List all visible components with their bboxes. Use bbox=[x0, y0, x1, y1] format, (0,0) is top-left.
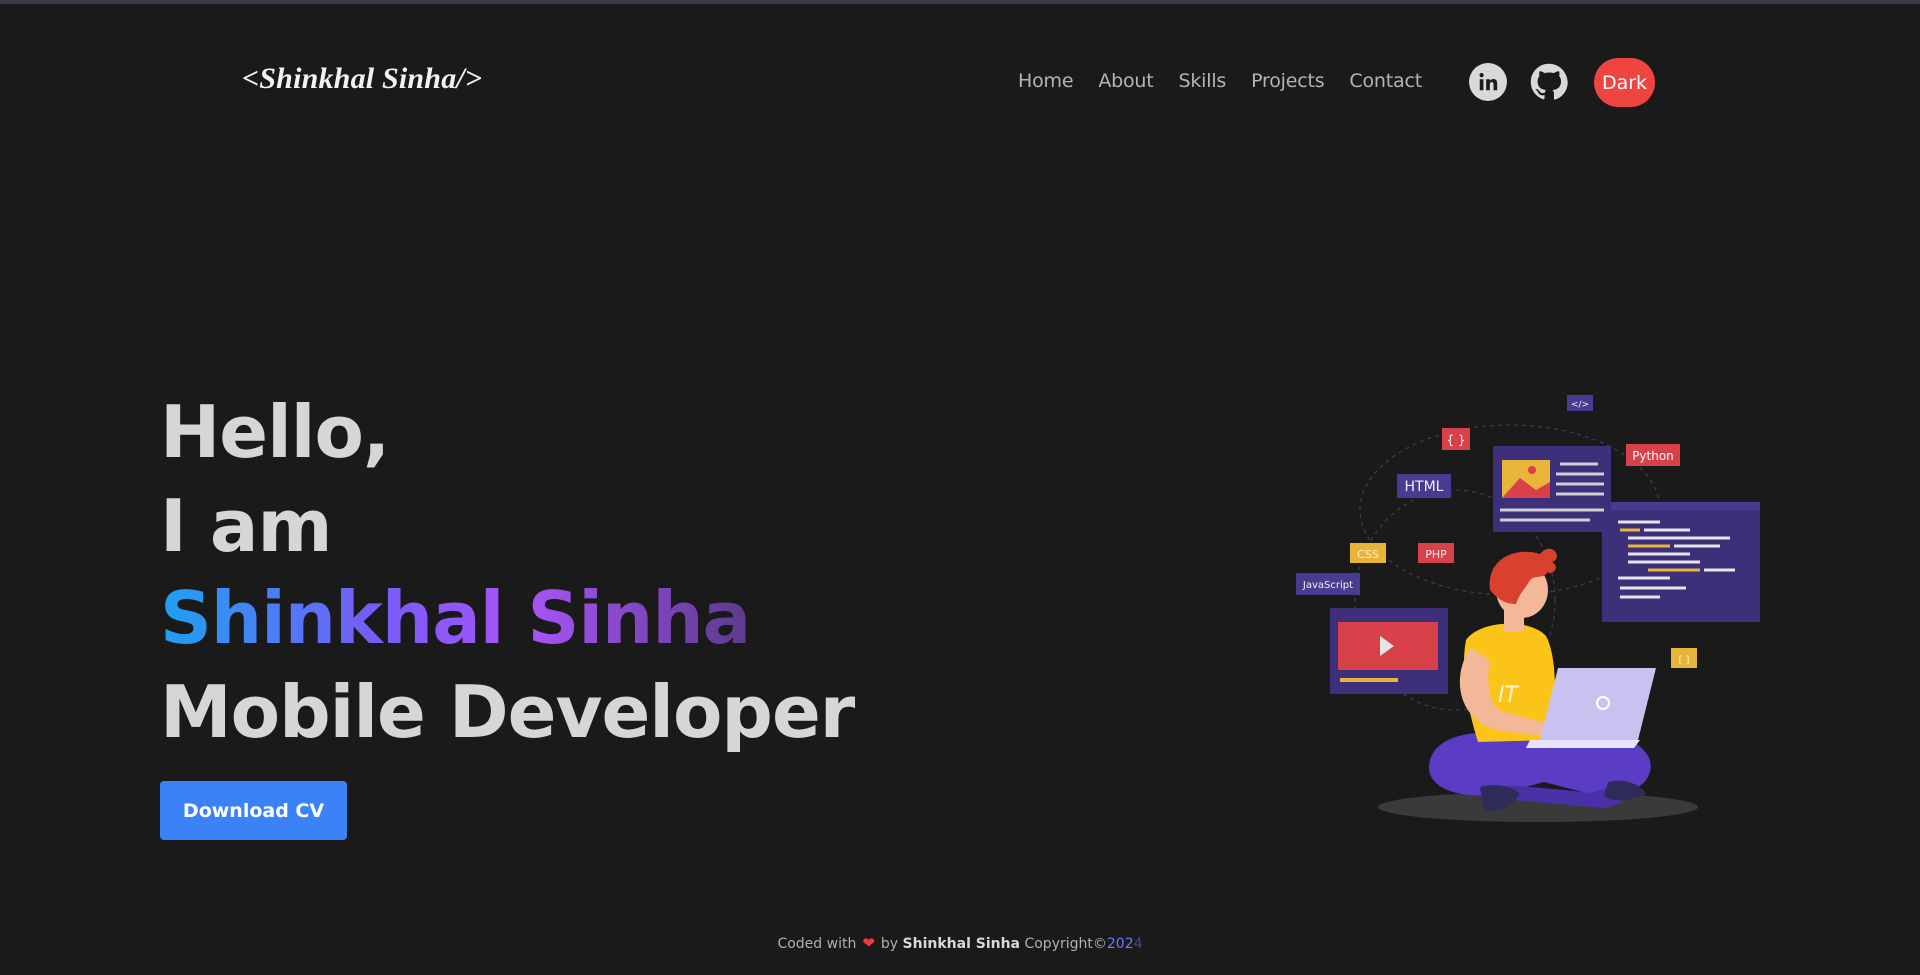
hero-intro: I am bbox=[160, 484, 332, 568]
footer-by: by bbox=[880, 936, 899, 952]
footer-year-part2: 4 bbox=[1133, 936, 1143, 952]
hero-greeting: Hello, bbox=[160, 390, 390, 474]
tag-javascript: JavaScript bbox=[1302, 580, 1353, 591]
footer-author: Shinkhal Sinha bbox=[902, 936, 1021, 952]
tag-html: HTML bbox=[1405, 479, 1444, 495]
nav-skills-link[interactable]: Skills bbox=[1179, 70, 1227, 92]
linkedin-icon[interactable] bbox=[1469, 63, 1507, 101]
footer-prefix: Coded with bbox=[777, 936, 857, 952]
hero-name: Shinkhal Sinha bbox=[160, 576, 751, 660]
footer-copyright: Copyright© bbox=[1024, 936, 1107, 952]
nav-projects-link[interactable]: Projects bbox=[1251, 70, 1325, 92]
main-nav: Home About Skills Projects Contact bbox=[1018, 70, 1447, 92]
nav-about-link[interactable]: About bbox=[1098, 70, 1153, 92]
tag-code: </> bbox=[1571, 400, 1589, 410]
nav-home-link[interactable]: Home bbox=[1018, 70, 1074, 92]
shirt-text: IT bbox=[1498, 683, 1519, 708]
tag-php: PHP bbox=[1425, 548, 1447, 561]
theme-toggle-button[interactable]: Dark bbox=[1594, 58, 1655, 107]
tag-css: CSS bbox=[1357, 548, 1379, 561]
download-cv-button[interactable]: Download CV bbox=[160, 781, 347, 840]
tag-braces: { } bbox=[1446, 433, 1465, 447]
hero-role: Mobile Developer bbox=[160, 670, 855, 754]
window-top-border bbox=[0, 0, 1920, 4]
nav-contact-link[interactable]: Contact bbox=[1349, 70, 1422, 92]
site-footer: Coded with ❤ by Shinkhal Sinha Copyright©2… bbox=[0, 934, 1920, 952]
hero-name-line: Shinkhal Sinha bbox=[160, 576, 751, 660]
tag-brackets: [ ] bbox=[1679, 655, 1690, 666]
tag-python: Python bbox=[1632, 449, 1674, 463]
heart-icon: ❤ bbox=[862, 934, 875, 952]
github-icon[interactable] bbox=[1530, 63, 1568, 101]
footer-year-part1: 202 bbox=[1106, 936, 1134, 952]
developer-illustration: HTML CSS PHP JavaScript Python { } </> [… bbox=[1296, 395, 1760, 822]
site-logo[interactable]: <Shinkhal Sinha/> bbox=[242, 62, 482, 96]
